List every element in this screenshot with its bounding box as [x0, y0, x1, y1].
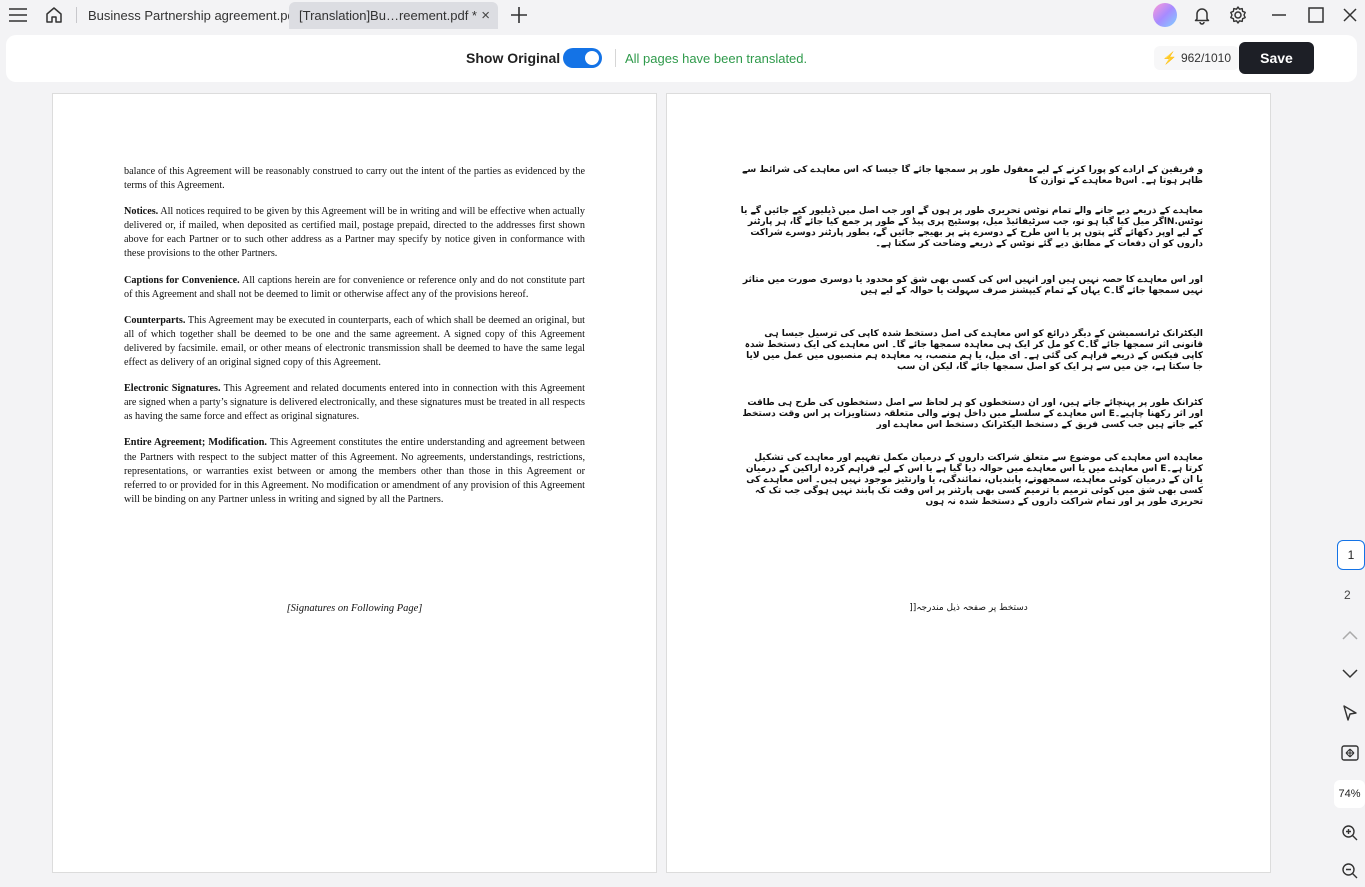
- close-tab-icon[interactable]: ×: [481, 2, 490, 29]
- menu-icon[interactable]: [6, 3, 30, 27]
- new-tab-icon[interactable]: [507, 3, 531, 27]
- toggle-knob: [585, 51, 599, 65]
- signature-note: [Signatures on Following Page]: [286, 603, 423, 614]
- translated-signature-note: دستخط پر صفحہ ذیل مندرجہ[[: [909, 603, 1028, 613]
- intro-paragraph: balance of this Agreement will be reason…: [124, 166, 585, 192]
- credits-count: 962/1010: [1180, 51, 1232, 65]
- toolbar-divider: [615, 49, 616, 67]
- section-paragraph: Captions for Convenience. All captions h…: [124, 274, 585, 302]
- section-heading: Notices.: [124, 206, 159, 218]
- page-navigation-rail: 1 2 74%: [1330, 530, 1365, 887]
- translated-page: و فریقین کے ارادے کو پورا کرنے کے لیے مع…: [666, 93, 1271, 873]
- original-text: balance of this Agreement will be reason…: [124, 165, 585, 519]
- minimize-icon[interactable]: [1267, 3, 1291, 27]
- translation-status: All pages have been translated.: [625, 51, 808, 66]
- section-heading: Entire Agreement; Modification.: [124, 437, 267, 449]
- current-page-indicator[interactable]: 1: [1337, 540, 1365, 570]
- translated-block: معاہدہ اس معاہدے کی موضوع سے متعلق شراکت…: [745, 453, 1203, 507]
- tab-original-document[interactable]: Business Partnership agreement.pdf: [78, 2, 308, 29]
- home-icon[interactable]: [42, 3, 66, 27]
- show-original-toggle[interactable]: [563, 48, 602, 68]
- maximize-icon[interactable]: [1304, 3, 1328, 27]
- original-page: balance of this Agreement will be reason…: [52, 93, 657, 873]
- fit-page-icon[interactable]: [1339, 742, 1361, 764]
- section-heading: Electronic Signatures.: [124, 383, 221, 395]
- translated-block: و فریقین کے ارادے کو پورا کرنے کے لیے مع…: [742, 165, 1203, 186]
- section-heading: Counterparts.: [124, 314, 186, 326]
- section-paragraph: Counterparts. This Agreement may be exec…: [124, 314, 585, 370]
- page-number[interactable]: 2: [1344, 588, 1351, 602]
- zoom-level[interactable]: 74%: [1334, 780, 1365, 808]
- save-button[interactable]: Save: [1239, 42, 1314, 74]
- tab-translation-document[interactable]: [Translation]Bu…reement.pdf * ×: [289, 2, 498, 29]
- section-body: This Agreement may be executed in counte…: [124, 314, 585, 369]
- show-original-label: Show Original: [466, 50, 561, 66]
- chevron-down-icon[interactable]: [1339, 663, 1361, 685]
- chevron-up-icon[interactable]: [1339, 624, 1361, 646]
- close-window-icon[interactable]: [1338, 3, 1362, 27]
- section-paragraph: Entire Agreement; Modification. This Agr…: [124, 436, 585, 506]
- title-bar: Business Partnership agreement.pdf [Tran…: [0, 0, 1365, 30]
- translation-toolbar: Show Original All pages have been transl…: [6, 35, 1357, 82]
- section-paragraph: Electronic Signatures. This Agreement an…: [124, 382, 585, 424]
- translated-block: معاہدے کے ذریعے دیے جانے والے تمام نوٹس …: [740, 206, 1203, 249]
- section-body: All notices required to be given by this…: [124, 206, 585, 260]
- tab-label: [Translation]Bu…reement.pdf *: [299, 8, 477, 23]
- translated-block: اور اس معاہدے کا حصہ نہیں ہیں اور انہیں …: [742, 275, 1203, 296]
- section-paragraph: Notices. All notices required to be give…: [124, 205, 585, 261]
- tab-label: Business Partnership agreement.pdf: [88, 8, 299, 23]
- tab-separator: [76, 7, 77, 23]
- translated-block: کٹرانک طور پر پہنچائے جاتے ہیں، اور ان د…: [742, 398, 1203, 430]
- avatar[interactable]: [1153, 3, 1177, 27]
- select-cursor-icon[interactable]: [1339, 702, 1361, 724]
- credits-badge: ⚡ 962/1010: [1154, 46, 1240, 70]
- lightning-icon: ⚡: [1162, 51, 1177, 65]
- zoom-in-icon[interactable]: [1339, 822, 1361, 844]
- translated-block: الیکٹرانک ٹرانسمیشن کے دیگر ذرائع کو اس …: [744, 329, 1203, 372]
- zoom-out-icon[interactable]: [1339, 860, 1361, 882]
- bell-icon[interactable]: [1190, 3, 1214, 27]
- section-heading: Captions for Convenience.: [124, 274, 240, 286]
- gear-icon[interactable]: [1226, 3, 1250, 27]
